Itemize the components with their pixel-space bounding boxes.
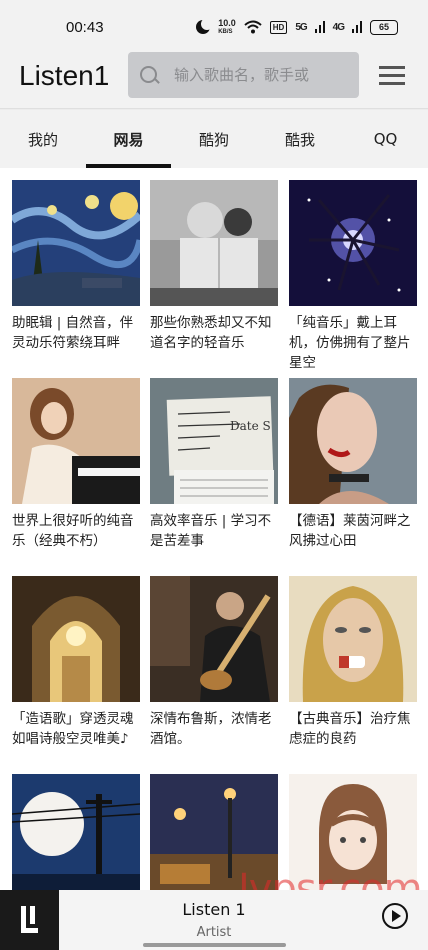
status-bar: 00:43 10.0 KB/S HD 5G 4G 65 — [0, 0, 428, 52]
signal-5g: 5G — [295, 21, 307, 33]
playlist-card[interactable]: 【古典音乐】治疗焦虑症的良药 — [289, 576, 417, 749]
playlist-card[interactable]: 那些你熟悉却又不知道名字的轻音乐 — [150, 180, 278, 353]
home-indicator[interactable] — [143, 943, 286, 947]
playlist-cover[interactable] — [12, 774, 140, 890]
playlist-cover[interactable] — [150, 180, 278, 306]
playlist-grid: 助眠辑 | 自然音，伴灵动乐符萦绕耳畔 那些你熟悉却又不知道名字的轻音乐 「纯音… — [0, 168, 428, 890]
player-logo-icon[interactable] — [0, 890, 59, 950]
network-speed: 10.0 KB/S — [218, 17, 236, 36]
playlist-cover[interactable] — [289, 378, 417, 504]
cover-handwritten-text: Date S — [230, 419, 271, 433]
playlist-card[interactable]: 【德语】莱茵河畔之风拂过心田 — [289, 378, 417, 551]
playlist-title[interactable]: 深情布鲁斯，浓情老酒馆。 — [150, 709, 278, 749]
playlist-title[interactable]: 【德语】莱茵河畔之风拂过心田 — [289, 511, 417, 551]
playlist-title[interactable]: 助眠辑 | 自然音，伴灵动乐符萦绕耳畔 — [12, 313, 140, 353]
playlist-cover[interactable] — [12, 576, 140, 702]
playlist-title[interactable]: 【古典音乐】治疗焦虑症的良药 — [289, 709, 417, 749]
search-input[interactable] — [174, 52, 354, 98]
player-artist[interactable]: Artist — [60, 925, 368, 940]
tab-mine[interactable]: 我的 — [0, 110, 86, 168]
status-icons: 10.0 KB/S HD 5G 4G 65 — [196, 15, 398, 39]
playlist-card[interactable]: 世界上很好听的纯音乐（经典不朽） — [12, 378, 140, 551]
playlist-title[interactable]: 高效率音乐 | 学习不是苦差事 — [150, 511, 278, 551]
tab-kuwo[interactable]: 酷我 — [257, 110, 343, 168]
player-track-title[interactable]: Listen 1 — [60, 900, 368, 919]
clock: 00:43 — [66, 19, 104, 36]
tab-kugou[interactable]: 酷狗 — [171, 110, 257, 168]
mini-player[interactable]: Listen 1 Artist — [0, 890, 428, 950]
app-logo: Listen1 — [19, 60, 110, 91]
battery-icon: 65 — [370, 19, 398, 35]
playlist-title[interactable]: 那些你熟悉却又不知道名字的轻音乐 — [150, 313, 278, 353]
playlist-card[interactable] — [289, 774, 417, 890]
playlist-cover[interactable] — [289, 774, 417, 890]
hd-badge: HD — [269, 20, 288, 34]
tab-netease[interactable]: 网易 — [86, 110, 171, 168]
search-box[interactable] — [128, 52, 359, 98]
playlist-cover[interactable]: Date S — [150, 378, 278, 504]
playlist-title[interactable]: 「造语歌」穿透灵魂 如唱诗般空灵唯美♪ — [12, 709, 140, 749]
playlist-card[interactable] — [12, 774, 140, 890]
playlist-cover[interactable] — [12, 180, 140, 306]
playlist-title[interactable]: 世界上很好听的纯音乐（经典不朽） — [12, 511, 140, 551]
playlist-title[interactable]: 「纯音乐」戴上耳机，仿佛拥有了整片星空 — [289, 313, 417, 373]
playlist-card[interactable]: Date S 高效率音乐 | 学习不是苦差事 — [150, 378, 278, 551]
app-header: Listen1 — [0, 52, 428, 108]
playlist-card[interactable]: 助眠辑 | 自然音，伴灵动乐符萦绕耳畔 — [12, 180, 140, 353]
playlist-cover[interactable] — [150, 774, 278, 890]
tab-qq[interactable]: QQ — [343, 110, 428, 168]
menu-icon[interactable] — [379, 66, 405, 86]
playlist-cover[interactable] — [289, 180, 417, 306]
playlist-card[interactable]: 「造语歌」穿透灵魂 如唱诗般空灵唯美♪ — [12, 576, 140, 749]
playlist-card[interactable] — [150, 774, 278, 890]
wifi-icon — [244, 20, 262, 34]
playlist-cover[interactable] — [12, 378, 140, 504]
source-tabs: 我的 网易 酷狗 酷我 QQ — [0, 110, 428, 168]
playlist-cover[interactable] — [289, 576, 417, 702]
search-icon — [140, 66, 157, 83]
playlist-card[interactable]: 「纯音乐」戴上耳机，仿佛拥有了整片星空 — [289, 180, 417, 373]
playlist-card[interactable]: 深情布鲁斯，浓情老酒馆。 — [150, 576, 278, 749]
signal-bars-icon-2 — [352, 21, 362, 33]
signal-bars-icon — [314, 21, 325, 33]
network-speed-value: 10.0 — [218, 17, 236, 28]
network-speed-unit: KB/S — [218, 28, 233, 35]
do-not-disturb-icon — [196, 18, 214, 34]
playlist-cover[interactable] — [150, 576, 278, 702]
signal-4g: 4G — [332, 21, 345, 33]
play-icon[interactable] — [382, 903, 408, 929]
